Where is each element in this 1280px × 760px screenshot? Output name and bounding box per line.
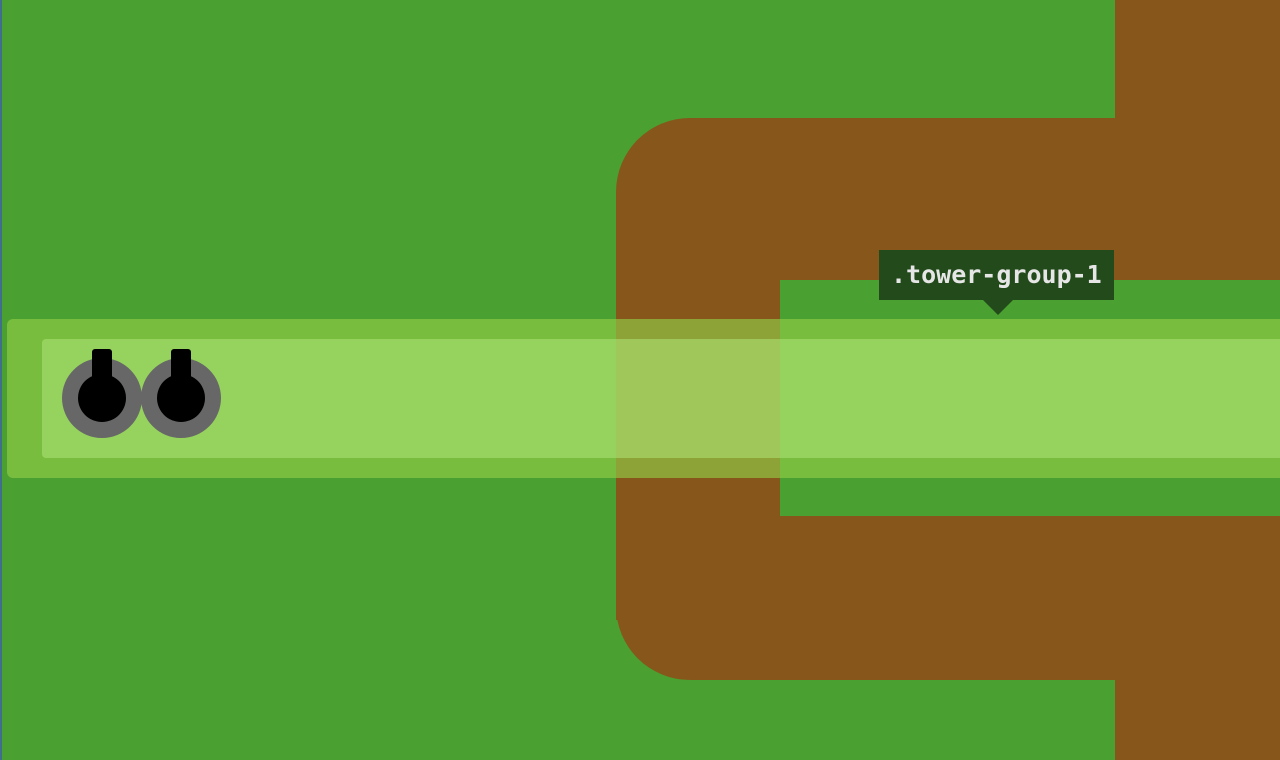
tower-barrel	[92, 349, 112, 389]
tower-barrel	[171, 349, 191, 389]
tower-group-slot[interactable]	[42, 339, 1280, 458]
enemy-path-segment	[1115, 600, 1280, 760]
tooltip-arrow	[982, 299, 1014, 315]
tower[interactable]	[141, 349, 221, 438]
board-edge	[0, 0, 2, 760]
game-board: .tower-group-1	[0, 0, 1280, 760]
tower[interactable]	[62, 349, 142, 438]
enemy-path-corner	[1115, 118, 1280, 280]
tower-group-tooltip: .tower-group-1	[879, 250, 1114, 300]
